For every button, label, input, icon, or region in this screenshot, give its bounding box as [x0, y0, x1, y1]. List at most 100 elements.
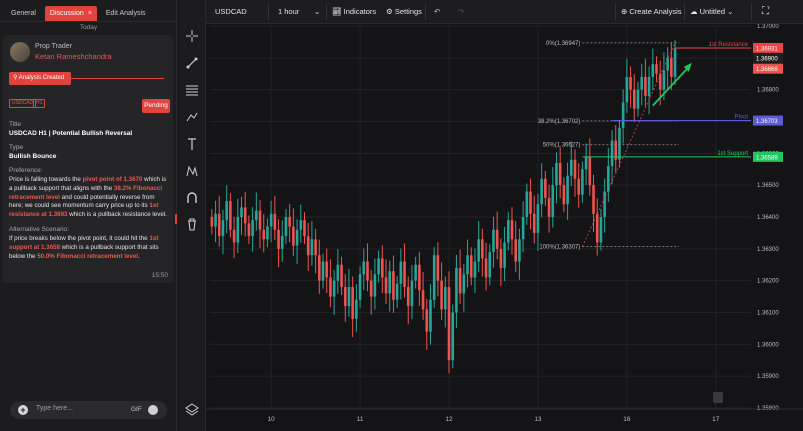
candle-body: [640, 76, 643, 90]
candle-body: [555, 162, 558, 186]
candle-body: [288, 217, 291, 227]
price-axis-background: [751, 24, 803, 431]
candle-body: [347, 287, 351, 307]
trend-line-icon[interactable]: [181, 52, 202, 73]
level-name: 1st Resistance: [709, 42, 749, 48]
candle-body: [592, 185, 595, 214]
analysis-message-card: Prop Trader Ketan Rameshchandra ⚲ Analys…: [3, 35, 173, 283]
candle-body: [336, 264, 340, 281]
candle-body: [232, 229, 236, 243]
divider: [425, 4, 426, 20]
close-icon[interactable]: ×: [88, 10, 92, 17]
redo-icon[interactable]: ↷: [458, 0, 464, 24]
price-chart[interactable]: 0%(1.36947) 38.2%(1.36702) 50%(1.36627) 100…: [206, 24, 803, 431]
candle-body: [447, 287, 451, 361]
fullscreen-icon[interactable]: ⛶: [762, 0, 769, 24]
candle-body: [269, 213, 273, 227]
candle-body: [488, 252, 492, 278]
candle-body: [451, 312, 455, 361]
candle-body: [388, 271, 392, 294]
pending-badge: Pending: [142, 99, 170, 113]
candle-body: [444, 287, 447, 310]
chevron-down-icon[interactable]: ⌄: [314, 0, 320, 24]
user-name[interactable]: Ketan Rameshchandra: [35, 52, 112, 61]
candle-body: [629, 76, 632, 90]
candle-body: [518, 239, 521, 262]
layout-selector[interactable]: ☁ Untitled ⌄: [690, 0, 733, 24]
candle-body: [540, 178, 543, 205]
analysis-side-panel: General Discussion × Edit Analysis Today …: [0, 0, 177, 431]
candle-body: [362, 261, 366, 275]
settings-button[interactable]: ⚙ Settings: [386, 0, 422, 24]
message-input[interactable]: Type here...: [36, 405, 73, 412]
magnet-icon[interactable]: [181, 187, 202, 208]
fib-retracement-icon[interactable]: [181, 79, 202, 100]
candle-body: [547, 197, 551, 217]
candle-body: [351, 287, 354, 319]
time-tick-label: 11: [357, 416, 364, 423]
candle-body: [325, 261, 329, 278]
timeframe-selector[interactable]: 1 hour: [278, 0, 299, 24]
candle-body: [366, 261, 369, 281]
candle-body: [377, 258, 380, 275]
candle-body: [369, 280, 373, 297]
crosshair-icon[interactable]: [181, 25, 202, 46]
pattern-icon[interactable]: [181, 160, 202, 181]
candle-body: [473, 261, 477, 278]
time-tick-label: 12: [445, 416, 453, 423]
analysis-created-status: ⚲ Analysis Created: [9, 72, 164, 85]
candle-body: [503, 242, 506, 268]
message-timestamp: 15:50: [151, 272, 168, 279]
candle-body: [358, 274, 362, 300]
candle-body: [284, 217, 288, 237]
candle-body: [392, 271, 395, 300]
create-analysis-label: Create Analysis: [629, 7, 682, 16]
candle-body: [429, 299, 432, 332]
candle-body: [481, 239, 484, 259]
candle-body: [303, 220, 306, 237]
candle-body: [573, 159, 577, 179]
tab-discussion[interactable]: Discussion ×: [44, 6, 97, 21]
status-badge: ⚲ Analysis Created: [9, 72, 71, 85]
plus-icon[interactable]: +: [18, 405, 28, 415]
candle-body: [329, 277, 332, 297]
symbol-selector[interactable]: USDCAD: [215, 0, 247, 24]
candle-body: [670, 57, 673, 77]
create-analysis-button[interactable]: ⊕ Create Analysis: [621, 0, 682, 24]
candle-body: [299, 220, 303, 230]
indicators-button[interactable]: 📈︎ Indicators: [332, 0, 376, 24]
text-segment: .: [138, 252, 140, 260]
candle-body: [340, 264, 343, 288]
tab-general[interactable]: General: [6, 6, 41, 21]
candle-body: [384, 277, 388, 294]
divider: [268, 4, 269, 20]
candle-body: [562, 185, 566, 205]
candle-body: [618, 127, 621, 160]
undo-icon[interactable]: ↶: [434, 0, 440, 24]
candle-body: [455, 267, 458, 313]
trash-icon[interactable]: [181, 213, 202, 234]
candle-body: [217, 213, 221, 237]
brush-icon[interactable]: [181, 106, 202, 127]
candle-body: [636, 89, 640, 109]
candle-body: [529, 191, 532, 214]
candle-body: [414, 264, 417, 281]
text-icon[interactable]: [181, 133, 202, 154]
message-composer: + Type here... GIF: [10, 401, 167, 419]
status-line: [69, 78, 164, 79]
settings-label: Settings: [394, 7, 422, 16]
avatar[interactable]: [10, 42, 30, 62]
gif-button[interactable]: GIF: [131, 406, 142, 413]
candle-body: [655, 64, 658, 74]
candle-body: [255, 210, 258, 221]
candle-body: [536, 204, 540, 233]
candle-body: [310, 239, 314, 256]
fib-level-label: 38.2%(1.36702): [538, 119, 581, 125]
tab-edit-analysis[interactable]: Edit Analysis: [101, 6, 151, 21]
candle-body: [240, 207, 243, 217]
emoji-icon[interactable]: [148, 405, 158, 415]
fib-level-label: 100%(1.36307): [539, 245, 580, 251]
layers-icon[interactable]: [181, 398, 202, 419]
candle-body: [673, 48, 677, 77]
candle-body: [506, 220, 510, 243]
